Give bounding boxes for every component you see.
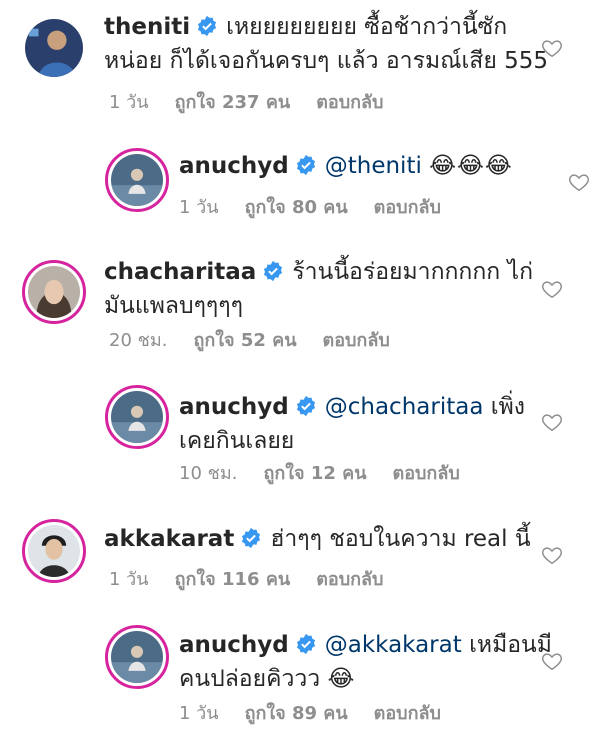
- avatar-chacharitaa-image: [28, 266, 80, 318]
- comment-time[interactable]: 1 วัน: [109, 92, 149, 113]
- avatar-akkakarat-image: [28, 525, 80, 577]
- avatar[interactable]: [22, 519, 86, 583]
- mention-link[interactable]: @chacharitaa: [325, 394, 484, 420]
- reply-button[interactable]: ตอบกลับ: [374, 703, 441, 724]
- avatar[interactable]: [22, 16, 86, 80]
- reply-button[interactable]: ตอบกลับ: [323, 330, 390, 351]
- comment-text-line2: เคยกินเลยย: [179, 428, 295, 454]
- comment-time[interactable]: 10 ชม.: [179, 463, 237, 484]
- comment-time[interactable]: 1 วัน: [109, 569, 149, 590]
- verified-badge-icon: [196, 15, 218, 37]
- heart-outline-icon[interactable]: [541, 37, 563, 59]
- comment-username[interactable]: anuchyd: [179, 632, 289, 658]
- reply-button[interactable]: ตอบกลับ: [316, 569, 383, 590]
- comment-username[interactable]: anuchyd: [179, 153, 289, 179]
- comment-text-line2: คนปล่อยคิววว 😂: [179, 666, 355, 692]
- avatar[interactable]: [105, 148, 169, 212]
- heart-outline-icon[interactable]: [568, 171, 590, 193]
- avatar[interactable]: [105, 625, 169, 689]
- avatar-theniti-image: [25, 19, 83, 77]
- comment-text-line2: มันแพลบๆๆๆๆ: [104, 293, 243, 319]
- avatar-anuchyd-image: [111, 154, 163, 206]
- comment-text-line2: หน่อย ก็ได้เจอกันครบๆ แล้ว อารมณ์เสีย 55…: [104, 48, 549, 74]
- verified-badge-icon: [240, 527, 262, 549]
- avatar[interactable]: [105, 385, 169, 449]
- reply-button[interactable]: ตอบกลับ: [374, 197, 441, 218]
- verified-badge-icon: [295, 633, 317, 655]
- comment-text: ฮ่าๆๆ ชอบในความ real นี้: [270, 526, 531, 552]
- comment-likes[interactable]: ถูกใจ 116 คน: [175, 569, 291, 590]
- comment-likes[interactable]: ถูกใจ 89 คน: [245, 703, 348, 724]
- heart-outline-icon[interactable]: [541, 650, 563, 672]
- reply-button[interactable]: ตอบกลับ: [393, 463, 460, 484]
- comment-likes[interactable]: ถูกใจ 52 คน: [193, 330, 296, 351]
- comment-text: เหมือนมี: [469, 632, 552, 658]
- comment-text: 😂😂😂: [429, 153, 513, 179]
- comment-time[interactable]: 20 ชม.: [109, 330, 167, 351]
- avatar-anuchyd-image: [111, 631, 163, 683]
- heart-outline-icon[interactable]: [541, 411, 563, 433]
- mention-link[interactable]: @theniti: [325, 153, 422, 179]
- heart-outline-icon[interactable]: [541, 278, 563, 300]
- verified-badge-icon: [262, 260, 284, 282]
- comment-time[interactable]: 1 วัน: [179, 197, 219, 218]
- comment-text: เหยยยยยยยย ซื้อช้ากว่านี้ซัก: [226, 14, 508, 40]
- comment-likes[interactable]: ถูกใจ 237 คน: [175, 92, 291, 113]
- verified-badge-icon: [295, 395, 317, 417]
- mention-link[interactable]: @akkakarat: [325, 632, 462, 658]
- comment-likes[interactable]: ถูกใจ 80 คน: [245, 197, 348, 218]
- comment-username[interactable]: akkakarat: [104, 526, 234, 552]
- comment-text: ร้านนี้อร่อยมากกกกก ไก่: [292, 259, 534, 285]
- avatar-anuchyd-image: [111, 391, 163, 443]
- heart-outline-icon[interactable]: [541, 544, 563, 566]
- comment-text: เพิ่ง: [490, 394, 525, 420]
- comment-username[interactable]: chacharitaa: [104, 259, 256, 285]
- comment-time[interactable]: 1 วัน: [179, 703, 219, 724]
- avatar[interactable]: [22, 260, 86, 324]
- reply-button[interactable]: ตอบกลับ: [316, 92, 383, 113]
- comment-likes[interactable]: ถูกใจ 12 คน: [263, 463, 366, 484]
- comment-username[interactable]: theniti: [104, 14, 190, 40]
- comment-username[interactable]: anuchyd: [179, 394, 289, 420]
- verified-badge-icon: [295, 154, 317, 176]
